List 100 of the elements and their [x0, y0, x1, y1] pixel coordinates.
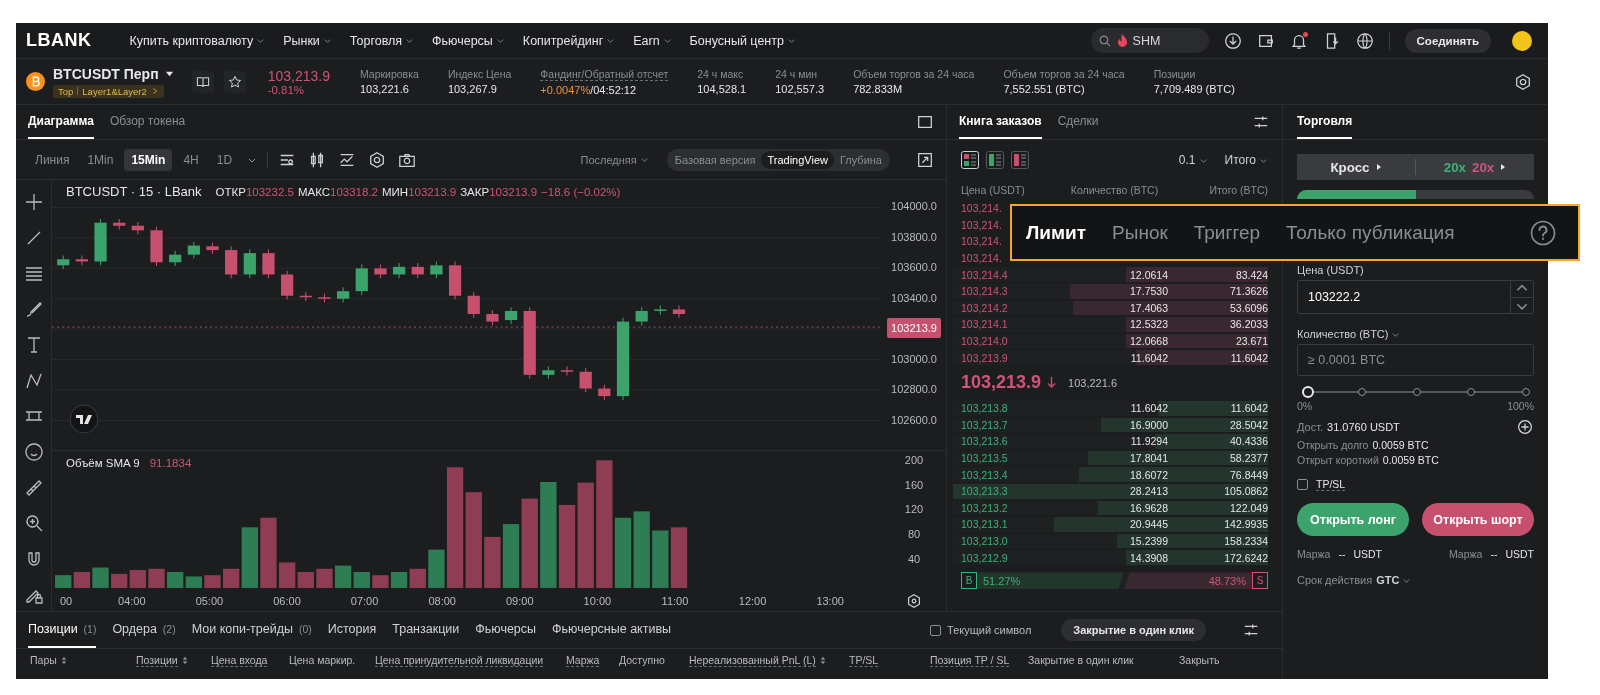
- sort-icon[interactable]: [181, 655, 188, 665]
- search-field[interactable]: SHM: [1090, 28, 1209, 53]
- crosshair-icon[interactable]: [23, 192, 44, 212]
- margin-mode-button[interactable]: Кросс: [1297, 159, 1415, 175]
- quantity-input[interactable]: ≥ 0.0001 BTC: [1297, 344, 1534, 376]
- interval-button[interactable]: 15Min: [124, 148, 173, 171]
- bid-price[interactable]: 103,213.2: [961, 501, 1008, 514]
- smiley-icon[interactable]: [23, 442, 44, 463]
- orderbook-tab[interactable]: Книга заказов: [959, 105, 1042, 139]
- settings-icon[interactable]: [1514, 72, 1532, 91]
- search-input[interactable]: SHM: [1132, 33, 1193, 48]
- positions-tab[interactable]: Фьючерсы: [475, 612, 537, 648]
- orderbook-tab[interactable]: Сделки: [1057, 105, 1099, 139]
- positions-tab[interactable]: Ордера (2): [112, 612, 176, 648]
- nav-menu-item[interactable]: Копитрейдинг: [522, 33, 616, 48]
- fullscreen-icon[interactable]: [916, 150, 934, 169]
- logo-icon[interactable]: [69, 404, 99, 434]
- slider-step-dot[interactable]: [1357, 388, 1366, 396]
- side-toggle[interactable]: [1415, 190, 1534, 199]
- ask-price[interactable]: 103,214.0: [961, 335, 1008, 348]
- order-type-tab[interactable]: Лимит: [1026, 221, 1087, 244]
- avatar[interactable]: [1512, 30, 1532, 51]
- book-view-icon[interactable]: [986, 151, 1004, 169]
- leverage-button[interactable]: 20x 20x: [1416, 159, 1534, 175]
- symbol-selector[interactable]: BTCUSDT Перп: [53, 65, 174, 82]
- sort-icon[interactable]: [819, 655, 826, 665]
- positions-tab[interactable]: Фьючерсные активы: [552, 612, 672, 648]
- nav-menu-item[interactable]: Купить криптовалюту: [129, 33, 266, 48]
- positions-tab[interactable]: Транзакции: [392, 612, 460, 648]
- bid-price[interactable]: 103,213.0: [961, 535, 1008, 547]
- order-type-tab[interactable]: Триггер: [1193, 221, 1261, 244]
- sort-icon[interactable]: [60, 655, 67, 665]
- bid-price[interactable]: 103,213.1: [961, 518, 1008, 531]
- favorite-button[interactable]: [223, 70, 246, 93]
- order-type-tab[interactable]: Рынок: [1112, 221, 1168, 244]
- ask-price[interactable]: 103,214.4: [961, 268, 1008, 281]
- checkbox[interactable]: [1297, 479, 1308, 490]
- connect-button[interactable]: Соединять: [1404, 28, 1491, 53]
- column-header[interactable]: Позиции: [136, 653, 188, 667]
- ask-price[interactable]: 103,214.: [961, 252, 1002, 265]
- side-toggle[interactable]: [1297, 190, 1416, 199]
- price-type-dropdown[interactable]: Последняя: [580, 153, 649, 166]
- positions-tab[interactable]: Позиции (1): [28, 612, 97, 648]
- ask-price[interactable]: 103,214.: [961, 235, 1002, 248]
- close-all-button[interactable]: Закрытие в один клик: [1061, 619, 1206, 641]
- logo[interactable]: LBANK: [26, 30, 92, 51]
- help-icon[interactable]: [1530, 219, 1556, 246]
- positions-tab[interactable]: История: [327, 612, 377, 648]
- bid-price[interactable]: 103,212.9: [961, 551, 1008, 564]
- settings-icon[interactable]: [368, 150, 387, 169]
- ask-price[interactable]: 103,214.1: [961, 318, 1008, 331]
- nav-menu-item[interactable]: Торговля: [349, 33, 415, 48]
- tag-badge[interactable]: Top Layer1&Layer2: [53, 84, 164, 98]
- view-option[interactable]: TradingView: [761, 150, 834, 169]
- interval-button[interactable]: 1D: [209, 148, 240, 171]
- time-in-force-dropdown[interactable]: GTC: [1376, 574, 1412, 586]
- quantity-unit-dropdown[interactable]: Количество (BTC): [1297, 328, 1401, 340]
- interval-button[interactable]: 1Min: [80, 148, 121, 171]
- nav-menu-item[interactable]: Рынки: [283, 33, 332, 48]
- slider-step-dot[interactable]: [1522, 388, 1530, 396]
- tick-size-dropdown[interactable]: 0.1: [1178, 153, 1208, 167]
- bid-price[interactable]: 103,213.3: [961, 485, 1008, 498]
- nav-menu-item[interactable]: Earn: [633, 33, 672, 48]
- download-icon[interactable]: [1223, 31, 1242, 50]
- slider-step-dot[interactable]: [1467, 388, 1476, 396]
- bid-price[interactable]: 103,213.7: [961, 418, 1008, 431]
- interval-button[interactable]: Линия: [28, 148, 77, 171]
- order-type-tab[interactable]: Только публикация: [1286, 221, 1455, 244]
- window-icon[interactable]: [916, 113, 934, 131]
- globe-icon[interactable]: [1355, 31, 1374, 50]
- view-option[interactable]: Базовая версия: [668, 150, 762, 169]
- positions-tab[interactable]: Мои копи-трейды (0): [191, 612, 312, 648]
- nav-menu-item[interactable]: Фьючерсы: [432, 33, 505, 48]
- chart-tab[interactable]: Обзор токена: [109, 105, 186, 139]
- bid-price[interactable]: 103,213.6: [961, 435, 1008, 448]
- nav-menu-item[interactable]: Бонусный центр: [689, 33, 796, 48]
- slider-step-dot[interactable]: [1412, 388, 1421, 396]
- checkbox[interactable]: [930, 624, 942, 636]
- ask-price[interactable]: 103,214.3: [961, 285, 1008, 298]
- price-field[interactable]: 103222.2: [1297, 280, 1534, 314]
- bid-price[interactable]: 103,213.8: [961, 402, 1008, 415]
- zoom-in-icon[interactable]: [23, 513, 44, 534]
- chart-tab[interactable]: Диаграмма: [28, 105, 94, 139]
- settings-icon[interactable]: [905, 591, 923, 610]
- total-mode-dropdown[interactable]: Итого: [1224, 153, 1268, 167]
- open-short-button[interactable]: Открыть шорт: [1422, 503, 1534, 536]
- column-header[interactable]: Нереализованный PnL (L): [689, 653, 826, 667]
- price-input[interactable]: 103222.2: [1298, 281, 1510, 313]
- slider-thumb[interactable]: [1302, 386, 1314, 398]
- book-button[interactable]: [191, 70, 214, 93]
- interval-button[interactable]: 4H: [176, 148, 206, 171]
- ask-price[interactable]: 103,213.9: [961, 351, 1008, 364]
- bid-price[interactable]: 103,213.4: [961, 468, 1008, 481]
- view-option[interactable]: Глубина: [833, 150, 888, 169]
- column-header[interactable]: Пары: [30, 654, 67, 666]
- bid-price[interactable]: 103,213.5: [961, 452, 1008, 464]
- ask-price[interactable]: 103,214.: [961, 218, 1002, 231]
- ask-price[interactable]: 103,214.2: [961, 301, 1008, 314]
- trade-tab[interactable]: Торговля: [1297, 105, 1353, 139]
- ask-price[interactable]: 103,214.: [961, 202, 1002, 215]
